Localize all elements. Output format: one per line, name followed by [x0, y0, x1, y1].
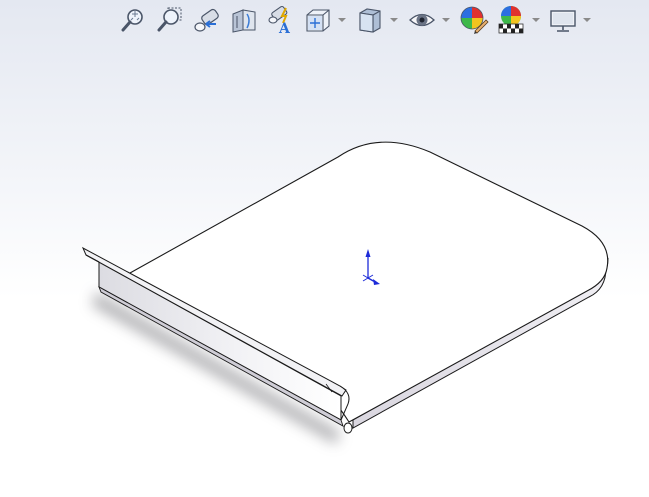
- chevron-down-icon: [532, 18, 540, 22]
- heads-up-view-toolbar: A: [114, 2, 596, 38]
- section-view-button[interactable]: [225, 3, 262, 37]
- view-settings-button[interactable]: [544, 3, 596, 37]
- dynamic-annotation-views-icon: A: [267, 5, 291, 35]
- hide-show-items-button[interactable]: [403, 3, 455, 37]
- zoom-to-area-button[interactable]: [151, 3, 188, 37]
- dynamic-annotation-views-button[interactable]: A: [262, 3, 299, 37]
- chevron-down-icon: [442, 18, 450, 22]
- display-style-button[interactable]: [351, 3, 403, 37]
- apply-scene-button[interactable]: [492, 3, 544, 37]
- graphics-area[interactable]: A: [0, 0, 649, 497]
- chevron-down-icon: [390, 18, 398, 22]
- view-orientation-button[interactable]: [299, 3, 351, 37]
- view-settings-icon: [550, 10, 576, 32]
- chevron-down-icon: [338, 18, 346, 22]
- plate-top-face[interactable]: [129, 141, 609, 423]
- svg-text:A: A: [278, 21, 291, 35]
- hide-show-items-icon: [409, 13, 435, 27]
- edit-appearance-icon: [460, 6, 489, 34]
- previous-view-icon: [193, 8, 219, 32]
- apply-scene-icon: [498, 6, 524, 34]
- edit-appearance-button[interactable]: [455, 3, 492, 37]
- display-style-icon: [359, 8, 381, 33]
- section-view-icon: [232, 9, 255, 33]
- sheet-metal-part[interactable]: [0, 0, 649, 497]
- zoom-to-fit-icon: [121, 9, 143, 32]
- chevron-down-icon: [583, 18, 591, 22]
- previous-view-button[interactable]: [188, 3, 225, 37]
- zoom-to-fit-button[interactable]: [114, 3, 151, 37]
- view-orientation-icon: [306, 9, 330, 32]
- zoom-to-area-icon: [157, 7, 181, 32]
